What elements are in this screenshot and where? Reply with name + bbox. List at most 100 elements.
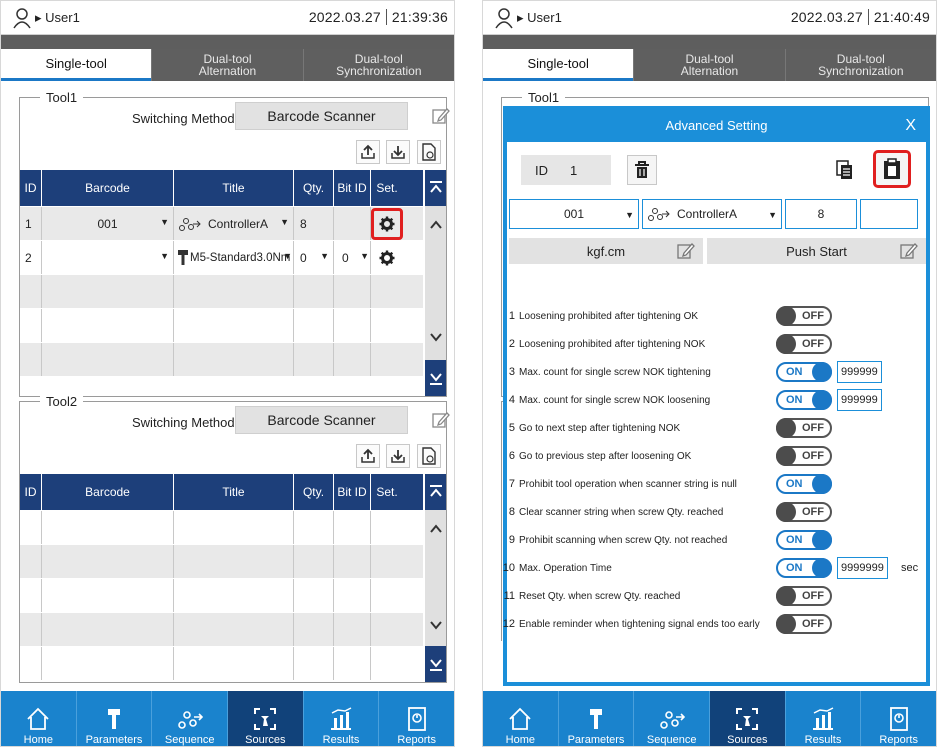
upload-icon[interactable] <box>356 444 380 468</box>
table-row[interactable] <box>20 613 423 647</box>
option-toggle[interactable]: OFF <box>776 306 832 326</box>
user-label[interactable]: ▸ User1 <box>35 10 80 26</box>
table-row[interactable] <box>20 511 423 545</box>
cell-title[interactable]: M5-Standard3.0Nm ▼ <box>174 241 294 274</box>
add-file-icon[interactable] <box>417 444 441 468</box>
option-toggle[interactable]: ON <box>776 362 832 382</box>
upload-icon[interactable] <box>356 140 380 164</box>
table-row[interactable] <box>20 275 423 309</box>
option-number: 5 <box>508 422 515 434</box>
cell-barcode[interactable]: ▼ <box>42 241 174 274</box>
dropdown-arrow-icon[interactable]: ▼ <box>160 217 169 227</box>
option-value-field[interactable]: 9999999 <box>837 557 888 579</box>
option-toggle[interactable]: OFF <box>776 502 832 522</box>
option-toggle[interactable]: OFF <box>776 614 832 634</box>
dropdown-arrow-icon[interactable]: ▼ <box>160 251 169 261</box>
option-number: 3 <box>508 366 515 378</box>
cell-qty[interactable]: 8 <box>294 207 334 240</box>
option-toggle[interactable]: ON <box>776 390 832 410</box>
nav-reports[interactable]: Reports <box>378 691 454 746</box>
scroll-bottom-icon[interactable] <box>425 360 446 396</box>
table-row[interactable] <box>20 647 423 681</box>
nav-sources[interactable]: Sources <box>227 691 303 746</box>
option-toggle[interactable]: ON <box>776 530 832 550</box>
nav-results[interactable]: Results <box>784 691 861 746</box>
option-toggle[interactable]: ON <box>776 558 832 578</box>
nav-sequence[interactable]: Sequence <box>633 691 709 746</box>
dropdown-arrow-icon[interactable]: ▼ <box>280 217 289 227</box>
torque-unit-button[interactable]: kgf.cm <box>509 238 703 264</box>
tab-single-tool[interactable]: Single-tool <box>1 49 152 81</box>
paste-icon[interactable] <box>873 150 911 188</box>
controller-field[interactable]: ControllerA ▼ <box>642 199 782 229</box>
gear-icon[interactable] <box>371 207 403 240</box>
scroll-up-icon[interactable] <box>425 512 446 546</box>
nav-reports[interactable]: Reports <box>860 691 936 746</box>
scroll-top-icon[interactable] <box>425 474 446 510</box>
option-value-field[interactable]: 999999 <box>837 361 882 383</box>
tab-dual-tool-synchronization[interactable]: Dual-tool Synchronization <box>784 49 936 81</box>
bit-id-field[interactable] <box>860 199 918 229</box>
nav-parameters[interactable]: Parameters <box>557 691 634 746</box>
tab-dual-tool-alternation[interactable]: Dual-tool Alternation <box>151 49 302 81</box>
table-row[interactable] <box>20 545 423 579</box>
dropdown-arrow-icon[interactable]: ▼ <box>283 251 292 261</box>
table-row[interactable] <box>20 309 423 343</box>
barcode-field[interactable]: 001 ▼ <box>509 199 639 229</box>
cell-barcode[interactable]: 001 ▼ <box>42 207 174 240</box>
qty-field[interactable]: 8 <box>785 199 857 229</box>
gear-icon[interactable] <box>376 247 398 269</box>
nav-home[interactable]: Home <box>483 691 558 746</box>
edit-icon[interactable] <box>432 107 450 125</box>
option-value-field[interactable]: 999999 <box>837 389 882 411</box>
cell-title[interactable]: ControllerA ▼ <box>174 207 294 240</box>
add-file-icon[interactable] <box>417 140 441 164</box>
table-row[interactable]: 2 ▼ M5-Standard3.0Nm ▼ 0 ▼ 0 ▼ <box>20 241 423 275</box>
scroll-bottom-icon[interactable] <box>425 646 446 682</box>
nav-parameters[interactable]: Parameters <box>75 691 152 746</box>
cell-bit-id[interactable] <box>334 207 371 240</box>
dropdown-arrow-icon[interactable]: ▼ <box>320 251 329 261</box>
download-icon[interactable] <box>386 444 410 468</box>
option-label: Clear scanner string when screw Qty. rea… <box>519 506 724 518</box>
nav-results[interactable]: Results <box>302 691 379 746</box>
start-mode-button[interactable]: Push Start <box>707 238 926 264</box>
switching-method-value[interactable]: Barcode Scanner <box>235 406 408 434</box>
nav-sequence[interactable]: Sequence <box>151 691 227 746</box>
dropdown-arrow-icon[interactable]: ▼ <box>768 210 777 220</box>
edit-icon[interactable] <box>432 411 450 429</box>
download-icon[interactable] <box>386 140 410 164</box>
table-row[interactable]: 1 001 ▼ ControllerA ▼ 8 <box>20 207 423 241</box>
tab-single-tool[interactable]: Single-tool <box>483 49 634 81</box>
tool2-table-body <box>20 511 423 681</box>
nav-home[interactable]: Home <box>1 691 76 746</box>
dropdown-arrow-icon[interactable]: ▼ <box>360 251 369 261</box>
scroll-up-icon[interactable] <box>425 208 446 242</box>
tool1-scrollbar[interactable] <box>425 170 446 396</box>
cell-qty[interactable]: 0 ▼ <box>294 241 334 274</box>
option-number: 2 <box>508 338 515 350</box>
option-toggle[interactable]: OFF <box>776 418 832 438</box>
scroll-down-icon[interactable] <box>425 608 446 642</box>
nav-sources[interactable]: Sources <box>709 691 785 746</box>
table-row[interactable] <box>20 579 423 613</box>
tool2-scrollbar[interactable] <box>425 474 446 682</box>
trash-icon[interactable] <box>627 155 657 185</box>
tab-dual-tool-alternation[interactable]: Dual-tool Alternation <box>633 49 784 81</box>
close-icon[interactable]: X <box>905 110 916 142</box>
scroll-down-icon[interactable] <box>425 320 446 354</box>
tab-dual-tool-synchronization[interactable]: Dual-tool Synchronization <box>302 49 454 81</box>
option-toggle[interactable]: OFF <box>776 586 832 606</box>
option-toggle[interactable]: ON <box>776 474 832 494</box>
scroll-top-icon[interactable] <box>425 170 446 206</box>
home-icon <box>27 707 49 730</box>
dropdown-arrow-icon[interactable]: ▼ <box>625 210 634 220</box>
option-toggle[interactable]: OFF <box>776 334 832 354</box>
table-row[interactable] <box>20 343 423 377</box>
switching-method-value[interactable]: Barcode Scanner <box>235 102 408 130</box>
option-toggle[interactable]: OFF <box>776 446 832 466</box>
cell-bit-id[interactable]: 0 ▼ <box>334 241 371 274</box>
user-label[interactable]: ▸ User1 <box>517 10 562 26</box>
copy-icon[interactable] <box>830 155 860 185</box>
tool2-group: Tool2 Switching Method Barcode Scanner I… <box>19 394 450 683</box>
